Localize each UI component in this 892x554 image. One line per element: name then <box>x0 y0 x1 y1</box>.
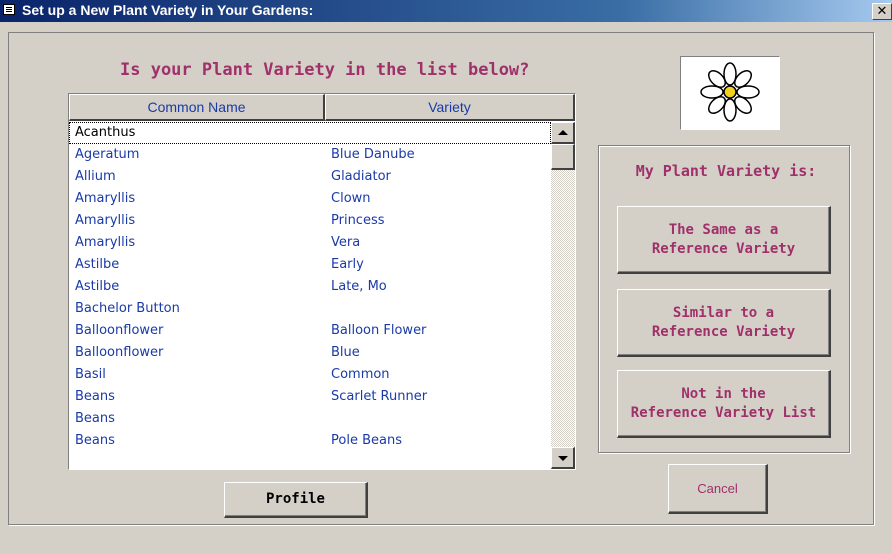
list-row[interactable]: Bachelor Button <box>69 298 551 320</box>
list-row[interactable]: Ageratum Blue Danube <box>69 144 551 166</box>
list-row[interactable]: Astilbe Early <box>69 254 551 276</box>
panel-label: My Plant Variety is: <box>635 162 817 180</box>
variety-cell: Princess <box>331 213 385 228</box>
common-name-cell: Ageratum <box>75 147 140 162</box>
variety-choice-panel: My Plant Variety is: The Same as a Refer… <box>598 145 850 453</box>
common-name-cell: Amaryllis <box>75 191 136 206</box>
arrow-down-icon <box>558 456 568 461</box>
scroll-thumb[interactable] <box>551 144 575 170</box>
arrow-up-icon <box>558 130 568 135</box>
list-row[interactable]: Astilbe Late, Mo <box>69 276 551 298</box>
common-name-cell: Basil <box>75 367 106 382</box>
plant-variety-list[interactable]: Common Name Variety Acanthus Ageratum Blue… <box>68 93 576 470</box>
title-bar: Set up a New Plant Variety in Your Garde… <box>0 0 892 22</box>
common-name-cell: Astilbe <box>75 279 120 294</box>
scroll-down-button[interactable] <box>551 447 575 469</box>
window-title: Set up a New Plant Variety in Your Garde… <box>22 2 314 18</box>
common-name-cell: Amaryllis <box>75 213 136 228</box>
variety-cell: Vera <box>331 235 361 250</box>
variety-cell: Gladiator <box>331 169 391 184</box>
variety-cell: Late, Mo <box>331 279 387 294</box>
profile-button[interactable]: Profile <box>224 482 368 518</box>
list-rows: Acanthus Ageratum Blue Danube Allium Gladiat… <box>69 122 551 469</box>
list-row[interactable]: Amaryllis Clown <box>69 188 551 210</box>
common-name-cell: Balloonflower <box>75 345 164 360</box>
list-row[interactable]: Amaryllis Princess <box>69 210 551 232</box>
same-as-reference-button[interactable]: The Same as a Reference Variety <box>617 206 831 274</box>
common-name-cell: Bachelor Button <box>75 301 180 316</box>
common-name-cell: Beans <box>75 411 115 426</box>
column-header-common-name[interactable]: Common Name <box>69 94 325 121</box>
common-name-cell: Allium <box>75 169 116 184</box>
variety-cell: Blue Danube <box>331 147 415 162</box>
list-row[interactable]: Acanthus <box>69 122 551 144</box>
common-name-cell: Beans <box>75 433 115 448</box>
not-in-reference-list-button[interactable]: Not in the Reference Variety List <box>617 370 831 438</box>
close-icon: ✕ <box>876 3 888 18</box>
close-button[interactable]: ✕ <box>872 3 892 20</box>
vertical-scrollbar[interactable] <box>551 122 575 469</box>
list-row[interactable]: Basil Common <box>69 364 551 386</box>
variety-cell: Common <box>331 367 390 382</box>
list-row[interactable]: Beans <box>69 408 551 430</box>
list-row[interactable]: Allium Gladiator <box>69 166 551 188</box>
form-icon <box>3 4 15 15</box>
common-name-cell: Acanthus <box>75 125 136 140</box>
common-name-cell: Astilbe <box>75 257 120 272</box>
variety-cell: Balloon Flower <box>331 323 427 338</box>
scroll-up-button[interactable] <box>551 122 575 144</box>
cancel-button[interactable]: Cancel <box>668 464 768 514</box>
common-name-cell: Balloonflower <box>75 323 164 338</box>
variety-cell: Early <box>331 257 364 272</box>
list-row[interactable]: Balloonflower Balloon Flower <box>69 320 551 342</box>
list-row[interactable]: Beans Scarlet Runner <box>69 386 551 408</box>
list-row[interactable]: Balloonflower Blue <box>69 342 551 364</box>
list-heading: Is your Plant Variety in the list below? <box>120 60 530 80</box>
common-name-cell: Beans <box>75 389 115 404</box>
variety-cell: Clown <box>331 191 371 206</box>
similar-to-reference-button[interactable]: Similar to a Reference Variety <box>617 289 831 357</box>
list-row[interactable]: Beans Pole Beans <box>69 430 551 452</box>
flower-image <box>680 56 780 130</box>
list-row[interactable]: Amaryllis Vera <box>69 232 551 254</box>
column-header-variety[interactable]: Variety <box>325 94 575 121</box>
variety-cell: Blue <box>331 345 360 360</box>
variety-cell: Pole Beans <box>331 433 402 448</box>
common-name-cell: Amaryllis <box>75 235 136 250</box>
variety-cell: Scarlet Runner <box>331 389 428 404</box>
daisy-flower-icon <box>700 62 760 122</box>
